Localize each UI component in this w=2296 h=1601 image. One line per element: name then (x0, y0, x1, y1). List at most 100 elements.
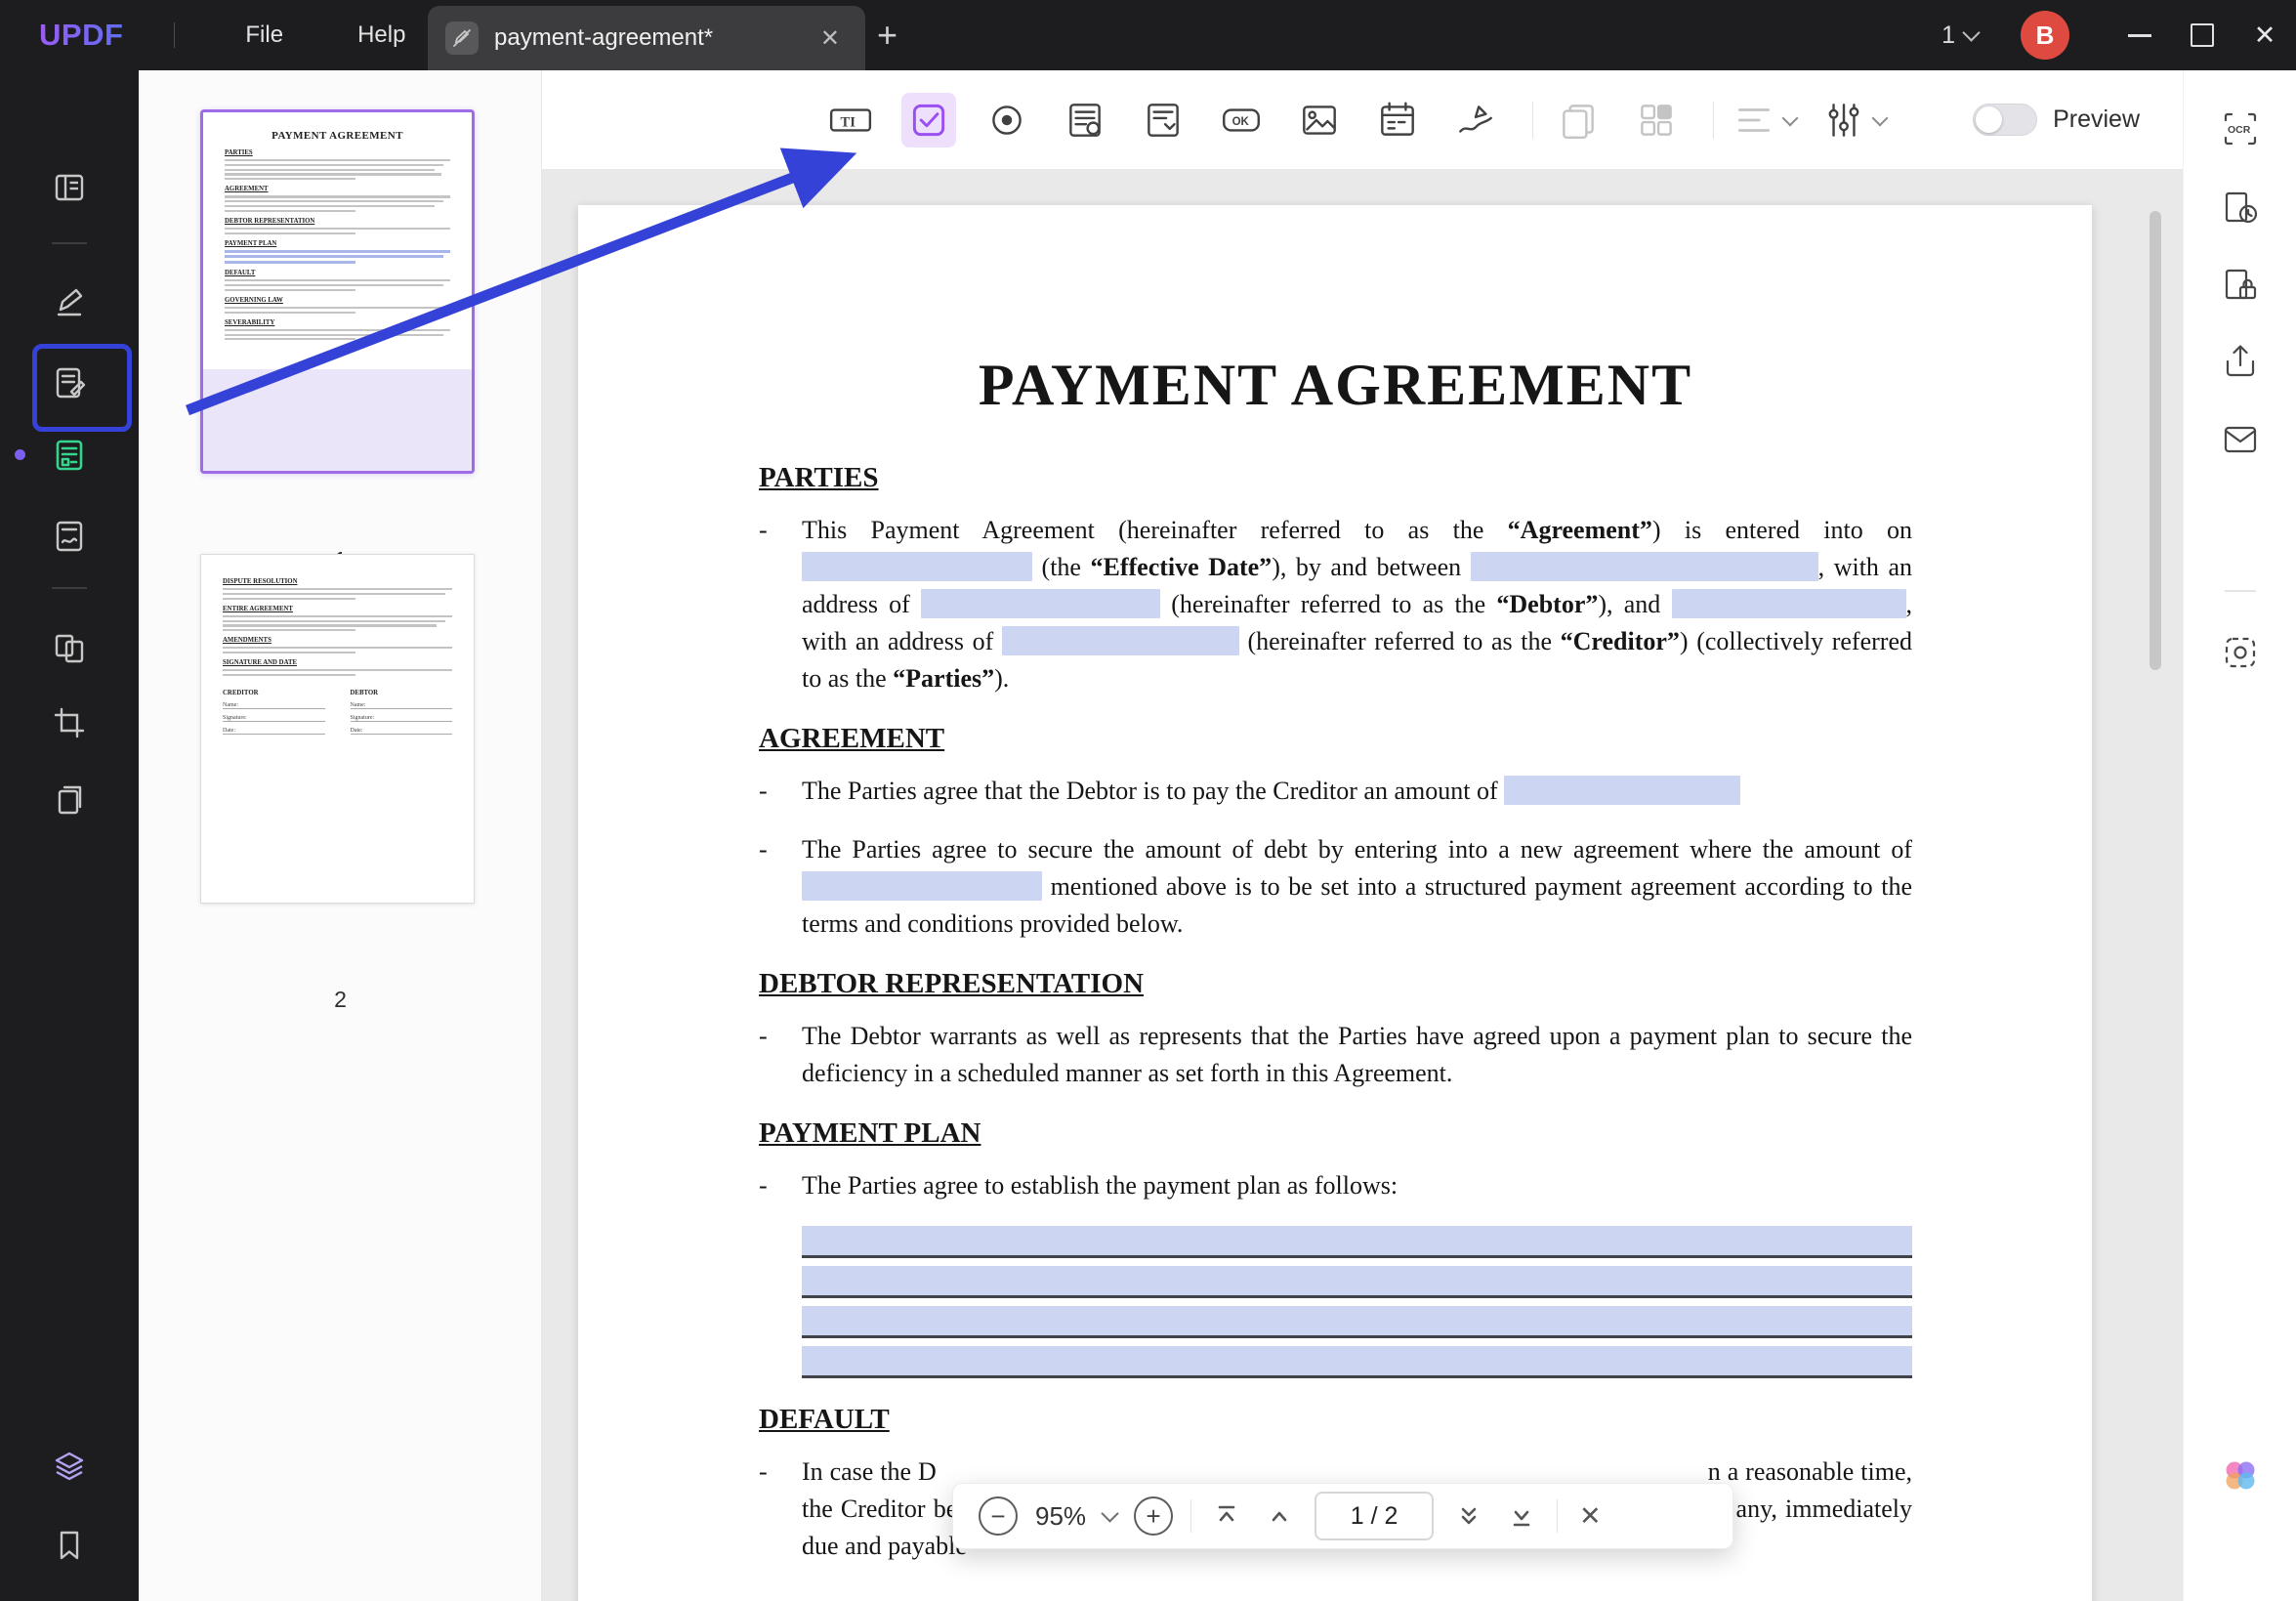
avatar[interactable]: B (2021, 11, 2069, 60)
menu-help[interactable]: Help (320, 21, 442, 49)
sidebar-divider (52, 242, 87, 244)
zoom-out-button[interactable]: − (979, 1496, 1018, 1536)
form-field-blank[interactable] (921, 589, 1160, 618)
right-item-document-history[interactable] (2213, 181, 2268, 235)
document-viewport[interactable]: PAYMENT AGREEMENT PARTIES-This Payment A… (542, 170, 2183, 1601)
doc-paragraph: -This Payment Agreement (hereinafter ref… (759, 512, 1912, 697)
tool-push-button[interactable]: OK (1214, 93, 1269, 147)
crop-icon (50, 703, 89, 742)
mini-heading: PAYMENT PLAN (225, 240, 450, 247)
sidebar-item-batch-process[interactable] (42, 773, 97, 827)
form-field-blank[interactable] (1002, 626, 1239, 655)
list-dash: - (759, 1018, 802, 1092)
sidebar-item-fill-and-sign[interactable] (42, 509, 97, 564)
mini-text-line (225, 195, 450, 197)
tool-list-box[interactable] (1058, 93, 1112, 147)
right-item-screen-capture[interactable] (2213, 625, 2268, 680)
right-item-protect[interactable] (2213, 258, 2268, 313)
right-item-send-email[interactable] (2213, 412, 2268, 467)
mini-signature-row: Signature: (223, 715, 325, 722)
mini-signature-row: Name: (223, 702, 325, 709)
zoom-dropdown-chevron-icon[interactable] (1101, 1504, 1118, 1522)
tool-align[interactable] (1732, 98, 1796, 143)
tool-field-properties[interactable] (1821, 98, 1886, 143)
sidebar-item-organize-pages[interactable] (42, 621, 97, 676)
minimize-icon (2128, 34, 2151, 37)
tool-signature-field[interactable] (1448, 93, 1503, 147)
preview-toggle[interactable] (1973, 104, 2037, 136)
payment-plan-line[interactable] (802, 1266, 1912, 1298)
mini-text-line (225, 338, 355, 340)
pdf-page[interactable]: PAYMENT AGREEMENT PARTIES-This Payment A… (578, 205, 2092, 1601)
svg-text:TI: TI (841, 114, 856, 130)
chevron-up-icon (1265, 1501, 1294, 1531)
mini-text-line (225, 255, 443, 258)
tool-duplicate[interactable] (1551, 93, 1606, 147)
form-field-blank[interactable] (1471, 552, 1818, 581)
app-logo[interactable]: UPDF (39, 18, 123, 53)
sidebar-item-attachments[interactable] (42, 1596, 97, 1601)
sidebar-item-bookmarks[interactable] (42, 1518, 97, 1573)
list-dash: - (759, 512, 802, 697)
zoom-in-button[interactable]: + (1134, 1496, 1173, 1536)
right-item-share[interactable] (2213, 334, 2268, 389)
tool-text-field[interactable]: TI (823, 93, 878, 147)
sidebar-item-annotate[interactable] (42, 274, 97, 329)
paragraph-text: This Payment Agreement (hereinafter refe… (802, 512, 1912, 697)
right-item-ai-assistant[interactable] (2213, 1448, 2268, 1502)
dropdown-icon (1141, 98, 1186, 143)
tool-date-field[interactable] (1370, 93, 1425, 147)
sidebar-item-crop-pages[interactable] (42, 695, 97, 750)
list-dash: - (759, 831, 802, 943)
minimize-button[interactable] (2108, 0, 2171, 70)
mini-text-line (225, 232, 355, 234)
previous-page-button[interactable] (1262, 1498, 1297, 1534)
payment-plan-line[interactable] (802, 1346, 1912, 1378)
tool-image-field[interactable] (1292, 93, 1347, 147)
payment-plan-line[interactable] (802, 1306, 1912, 1338)
last-page-button[interactable] (1504, 1498, 1539, 1534)
close-button[interactable]: ✕ (2233, 0, 2296, 70)
sidebar-item-thumbnail-panel[interactable] (42, 160, 97, 215)
mini-text-line (225, 289, 355, 291)
page-thumbnail-2[interactable]: DISPUTE RESOLUTIONENTIRE AGREEMENTAMENDM… (200, 554, 475, 904)
window-count-dropdown[interactable]: 1 (1941, 21, 1978, 50)
tool-radio-button[interactable] (980, 93, 1034, 147)
sidebar-item-layers[interactable] (42, 1440, 97, 1495)
toolbar-divider (1713, 102, 1714, 139)
sidebar-item-edit-pdf[interactable] (42, 356, 97, 410)
list-box-icon (1063, 98, 1107, 143)
first-page-button[interactable] (1209, 1498, 1244, 1534)
tab-close-icon[interactable]: ✕ (813, 21, 848, 57)
preview-toggle-group: Preview (1973, 104, 2140, 136)
document-tab[interactable]: payment-agreement* ✕ (428, 6, 865, 70)
vertical-scrollbar[interactable] (2150, 211, 2161, 670)
new-tab-button[interactable]: + (877, 14, 898, 57)
hidden-text-gap (937, 1479, 1708, 1480)
sidebar-item-prepare-form[interactable] (42, 428, 97, 483)
form-field-blank[interactable] (1672, 589, 1906, 618)
right-item-ocr[interactable]: OCR (2213, 102, 2268, 156)
tool-checkbox[interactable] (901, 93, 956, 147)
tool-layout-grid[interactable] (1629, 93, 1684, 147)
section-heading: DEBTOR REPRESENTATION (759, 968, 1912, 1000)
next-page-button[interactable] (1451, 1498, 1486, 1534)
mini-text-line (225, 228, 450, 230)
page-indicator[interactable]: 1 / 2 (1315, 1492, 1434, 1540)
form-field-blank[interactable] (1504, 776, 1740, 805)
maximize-button[interactable] (2171, 0, 2233, 70)
page-thumbnail-1[interactable]: PAYMENT AGREEMENTPARTIESAGREEMENTDEBTOR … (200, 109, 475, 474)
duplicate-icon (1556, 98, 1601, 143)
zoombar-close-button[interactable]: ✕ (1579, 1501, 1602, 1532)
lock-document-icon (2219, 264, 2262, 307)
menu-file[interactable]: File (208, 21, 320, 49)
right-item-comments[interactable] (2213, 1596, 2268, 1601)
mini-heading: DISPUTE RESOLUTION (223, 578, 452, 585)
annotate-pen-icon (50, 282, 89, 321)
form-field-blank[interactable] (802, 552, 1032, 581)
mini-text-line (225, 164, 443, 166)
payment-plan-line[interactable] (802, 1226, 1912, 1258)
form-field-blank[interactable] (802, 871, 1042, 901)
tool-dropdown[interactable] (1136, 93, 1190, 147)
mini-text-line (223, 629, 355, 631)
